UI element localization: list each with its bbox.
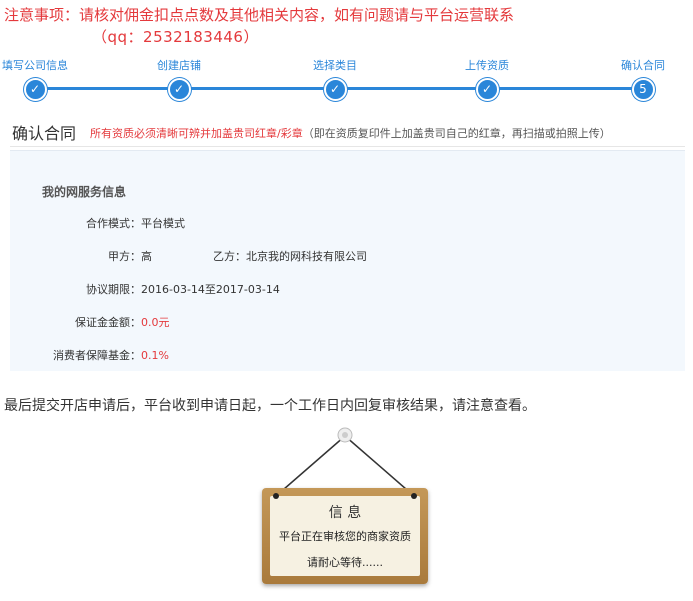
step-label: 创建店铺 <box>157 59 201 72</box>
step-label: 上传资质 <box>465 59 509 72</box>
sign-title: 信 息 <box>328 505 362 521</box>
notice-text: 注意事项：请核对佣金扣点点数及其他相关内容，如有问题请与平台运营联系 <box>4 6 515 24</box>
deposit-row: 保证金金额：0.0元 <box>10 314 170 330</box>
hanging-sign: 信 息 平台正在审核您的商家资质 请耐心等待...... <box>262 424 432 594</box>
field-value: 北京我的网科技有限公司 <box>246 250 367 263</box>
field-label: 乙方： <box>213 250 246 263</box>
cooperation-mode-row: 合作模式：平台模式 <box>10 215 185 231</box>
warning-text: 所有资质必须清晰可辨并加盖贵司红章/彩章 <box>90 127 303 140</box>
field-value: 2016-03-14至2017-03-14 <box>141 283 280 296</box>
step-label: 填写公司信息 <box>2 59 68 72</box>
checkmark-icon: ✓ <box>167 78 191 101</box>
step-create-shop: 创建店铺 ✓ <box>119 58 239 101</box>
protection-fund-row: 消费者保障基金：0.1% <box>10 347 169 363</box>
step-confirm-contract: 确认合同 5 <box>583 58 693 101</box>
sign-panel: 信 息 平台正在审核您的商家资质 请耐心等待...... <box>270 496 420 576</box>
step-company-info: 填写公司信息 ✓ <box>0 58 95 101</box>
agreement-period-row: 协议期限：2016-03-14至2017-03-14 <box>10 281 280 297</box>
contract-title: 确认合同 <box>12 124 77 143</box>
checkmark-icon: ✓ <box>323 78 347 101</box>
contract-warning: 所有资质必须清晰可辨并加盖贵司红章/彩章（即在资质复印件上加盖贵司自己的红章，再… <box>90 125 611 141</box>
step-label: 选择类目 <box>313 59 357 72</box>
nail-icon <box>273 493 417 499</box>
step-number: 5 <box>631 78 655 101</box>
field-value: 平台模式 <box>141 217 185 230</box>
sign-wait: 请耐心等待...... <box>307 556 383 569</box>
step-select-category: 选择类目 ✓ <box>275 58 395 101</box>
checkmark-icon: ✓ <box>475 78 499 101</box>
field-value: 高 <box>141 250 152 263</box>
field-label: 协议期限： <box>86 283 141 296</box>
field-label: 保证金金额： <box>75 316 141 329</box>
notice: 注意事项：请核对佣金扣点点数及其他相关内容，如有问题请与平台运营联系 （qq：2… <box>4 4 689 48</box>
service-info-box: 我的网服务信息 合作模式：平台模式 甲方：高 乙方：北京我的网科技有限公司 协议期… <box>10 150 685 371</box>
field-value: 0.1% <box>141 349 169 362</box>
step-label: 确认合同 <box>621 59 665 72</box>
notice-qq: （qq：2532183446） <box>92 28 259 46</box>
parties-row: 甲方：高 乙方：北京我的网科技有限公司 <box>10 248 367 264</box>
field-value: 0.0元 <box>141 316 170 329</box>
field-label: 合作模式： <box>86 217 141 230</box>
section-title: 我的网服务信息 <box>42 185 127 199</box>
field-label: 甲方： <box>108 250 141 263</box>
warning-note: （即在资质复印件上加盖贵司自己的红章，再扫描或拍照上传） <box>302 127 611 140</box>
field-label: 消费者保障基金： <box>53 349 141 362</box>
submission-message: 最后提交开店申请后，平台收到申请日起，一个工作日内回复审核结果，请注意查看。 <box>4 398 536 414</box>
contract-header: 确认合同 所有资质必须清晰可辨并加盖贵司红章/彩章（即在资质复印件上加盖贵司自己… <box>10 120 685 147</box>
step-upload-qualification: 上传资质 ✓ <box>427 58 547 101</box>
checkmark-icon: ✓ <box>23 78 47 101</box>
sign-line: 平台正在审核您的商家资质 <box>279 530 411 543</box>
progress-steps: 填写公司信息 ✓ 创建店铺 ✓ 选择类目 ✓ 上传资质 ✓ 确认合同 5 <box>0 58 693 104</box>
